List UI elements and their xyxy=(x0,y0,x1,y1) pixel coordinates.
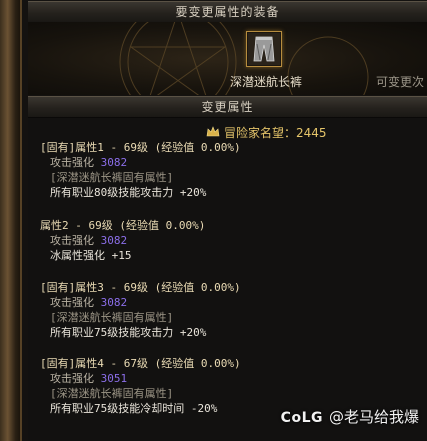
equipment-name: 深潜迷航长裤 xyxy=(229,75,302,89)
equipment-slot-area: 深潜迷航长裤 可变更次 xyxy=(28,22,427,95)
attribute-effect: 所有职业75级技能冷却时间 -20% xyxy=(50,402,218,415)
pants-icon xyxy=(248,33,280,65)
attribute-block-3[interactable]: [固有]属性3 - 69级 (经验值 0.00%) 攻击强化 3082 [深潜迷… xyxy=(40,280,241,340)
equipment-header: 要变更属性的装备 xyxy=(28,1,427,23)
fixed-attribute-note: [深潜迷航长裤固有属性] xyxy=(50,171,174,184)
attribute-list: 冒险家名望：2445 [固有]属性1 - 69级 (经验值 0.00%) 攻击强… xyxy=(28,118,427,441)
stat-value: 3051 xyxy=(100,372,128,385)
attribute-block-2[interactable]: 属性2 - 69级 (经验值 0.00%) 攻击强化 3082 冰属性强化 +1… xyxy=(40,218,205,263)
stat-label: 攻击强化 xyxy=(50,156,94,169)
change-attribute-header: 变更属性 xyxy=(28,96,427,118)
attribute-block-4[interactable]: [固有]属性4 - 67级 (经验值 0.00%) 攻击强化 3051 [深潜迷… xyxy=(40,356,241,416)
stat-label: 攻击强化 xyxy=(50,372,94,385)
fixed-attribute-note: [深潜迷航长裤固有属性] xyxy=(50,311,174,324)
change-attribute-title: 变更属性 xyxy=(201,100,254,114)
fixed-attribute-note: [深潜迷航长裤固有属性] xyxy=(50,387,174,400)
attribute-effect: 所有职业80级技能攻击力 +20% xyxy=(50,186,207,199)
attribute-change-panel: 要变更属性的装备 深潜迷航长裤 可变更次 变更属性 冒险家名望：2445 [固有… xyxy=(22,0,427,441)
colg-logo: CoLG xyxy=(280,410,323,426)
attribute-effect: 所有职业75级技能攻击力 +20% xyxy=(50,326,207,339)
stat-value: 3082 xyxy=(100,156,128,169)
attribute-title: [固有]属性4 - 67级 (经验值 0.00%) xyxy=(40,357,241,370)
fame-crown-icon xyxy=(206,126,220,137)
stat-value: 3082 xyxy=(100,296,128,309)
watermark: CoLG @老马给我爆 xyxy=(281,406,419,427)
attribute-title: [固有]属性3 - 69级 (经验值 0.00%) xyxy=(40,281,241,294)
equipment-slot[interactable] xyxy=(246,31,282,67)
fame-label: 冒险家名望：2445 xyxy=(224,126,327,140)
stat-label: 攻击强化 xyxy=(50,296,94,309)
adventurer-fame: 冒险家名望：2445 xyxy=(206,124,327,141)
attribute-stat: 攻击强化 3082 xyxy=(40,295,241,310)
watermark-text: @老马给我爆 xyxy=(328,408,419,426)
attribute-title: [固有]属性1 - 69级 (经验值 0.00%) xyxy=(40,141,241,154)
stat-value: 3082 xyxy=(100,234,128,247)
equipment-header-title: 要变更属性的装备 xyxy=(175,5,280,19)
attribute-stat: 攻击强化 3082 xyxy=(40,233,205,248)
stat-label: 攻击强化 xyxy=(50,234,94,247)
attribute-title: 属性2 - 69级 (经验值 0.00%) xyxy=(40,219,206,232)
attribute-block-1[interactable]: [固有]属性1 - 69级 (经验值 0.00%) 攻击强化 3082 [深潜迷… xyxy=(40,140,241,200)
attribute-effect: 冰属性强化 +15 xyxy=(50,249,132,262)
attribute-stat: 攻击强化 3051 xyxy=(40,371,241,386)
left-frame-border xyxy=(0,0,22,441)
attribute-stat: 攻击强化 3082 xyxy=(40,155,241,170)
changeable-count-label: 可变更次 xyxy=(376,75,425,89)
